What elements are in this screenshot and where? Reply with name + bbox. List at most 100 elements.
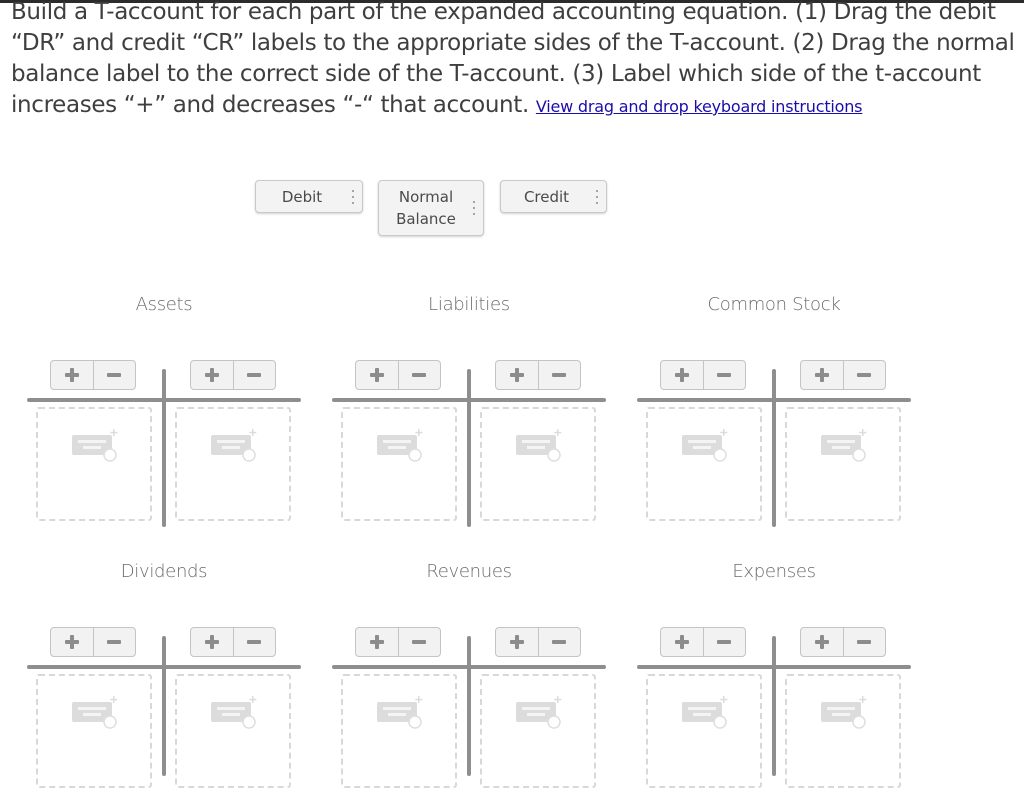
instructions: Build a T-account for each part of the e… (11, 0, 1024, 122)
add-label-icon (819, 427, 869, 463)
sign-toggle (660, 627, 746, 657)
minus-icon (717, 640, 732, 644)
add-label-icon (70, 427, 120, 463)
plus-button[interactable] (801, 361, 843, 389)
t-account-horizontal-line (637, 665, 911, 669)
debit-side-drop-zone[interactable] (36, 407, 152, 521)
minus-button[interactable] (92, 628, 136, 656)
minus-button[interactable] (397, 628, 441, 656)
instructions-text: Build a T-account for each part of the e… (11, 0, 1015, 118)
minus-icon (552, 640, 567, 644)
keyboard-instructions-link[interactable]: View drag and drop keyboard instructions (536, 97, 863, 116)
minus-icon (247, 373, 262, 377)
plus-button[interactable] (661, 361, 703, 389)
credit-chip-label: Credit (523, 187, 570, 206)
add-label-icon (819, 694, 869, 730)
credit-side-drop-zone[interactable] (785, 674, 901, 788)
plus-button[interactable] (801, 628, 843, 656)
credit-side-drop-zone[interactable] (480, 407, 596, 521)
add-label-icon (514, 694, 564, 730)
debit-side-drop-zone[interactable] (341, 674, 457, 788)
sign-toggle (190, 627, 276, 657)
add-label-icon (680, 694, 730, 730)
minus-button[interactable] (397, 361, 441, 389)
minus-button[interactable] (92, 361, 136, 389)
sign-toggle (495, 627, 581, 657)
plus-button[interactable] (496, 628, 538, 656)
minus-icon (107, 640, 122, 644)
t-account-vertical-line (162, 369, 166, 527)
debit-side-drop-zone[interactable] (646, 674, 762, 788)
sign-toggle (800, 627, 886, 657)
minus-icon (552, 373, 567, 377)
sign-toggle (495, 360, 581, 390)
minus-button[interactable] (537, 628, 581, 656)
t-account-vertical-line (162, 636, 166, 776)
normal-balance-chip[interactable]: Normal Balance (378, 180, 484, 236)
minus-button[interactable] (842, 628, 886, 656)
debit-chip-label: Debit (281, 187, 323, 206)
sign-toggle (800, 360, 886, 390)
minus-button[interactable] (537, 361, 581, 389)
credit-side-drop-zone[interactable] (480, 674, 596, 788)
plus-button[interactable] (191, 628, 233, 656)
add-label-icon (375, 694, 425, 730)
plus-button[interactable] (496, 361, 538, 389)
t-account-vertical-line (467, 369, 471, 527)
minus-icon (717, 373, 732, 377)
account-title: Expenses (732, 561, 816, 582)
credit-chip[interactable]: Credit (500, 180, 607, 213)
minus-button[interactable] (232, 361, 276, 389)
plus-button[interactable] (356, 361, 398, 389)
t-account-horizontal-line (27, 398, 301, 402)
sign-toggle (355, 360, 441, 390)
plus-button[interactable] (51, 361, 93, 389)
minus-button[interactable] (232, 628, 276, 656)
sign-toggle (50, 360, 136, 390)
drag-handle-icon[interactable] (473, 201, 476, 215)
normal-balance-chip-label: Normal Balance (396, 188, 456, 228)
account-title: Dividends (120, 561, 208, 582)
minus-icon (857, 373, 872, 377)
plus-button[interactable] (191, 361, 233, 389)
drag-handle-icon[interactable] (352, 189, 355, 204)
drag-handle-icon[interactable] (596, 189, 599, 204)
credit-side-drop-zone[interactable] (175, 407, 291, 521)
t-account-horizontal-line (637, 398, 911, 402)
minus-icon (412, 640, 427, 644)
add-label-icon (70, 694, 120, 730)
sign-toggle (355, 627, 441, 657)
t-account-horizontal-line (27, 665, 301, 669)
plus-button[interactable] (661, 628, 703, 656)
account-title: Common Stock (707, 294, 841, 315)
minus-icon (857, 640, 872, 644)
plus-button[interactable] (51, 628, 93, 656)
minus-icon (412, 373, 427, 377)
credit-side-drop-zone[interactable] (175, 674, 291, 788)
credit-side-drop-zone[interactable] (785, 407, 901, 521)
minus-icon (247, 640, 262, 644)
add-label-icon (375, 427, 425, 463)
debit-side-drop-zone[interactable] (646, 407, 762, 521)
sign-toggle (190, 360, 276, 390)
add-label-icon (514, 427, 564, 463)
sign-toggle (660, 360, 746, 390)
add-label-icon (209, 694, 259, 730)
minus-button[interactable] (842, 361, 886, 389)
debit-side-drop-zone[interactable] (36, 674, 152, 788)
add-label-icon (680, 427, 730, 463)
account-title: Liabilities (428, 294, 510, 315)
minus-icon (107, 373, 122, 377)
add-label-icon (209, 427, 259, 463)
debit-chip[interactable]: Debit (255, 180, 363, 213)
debit-side-drop-zone[interactable] (341, 407, 457, 521)
account-title: Revenues (426, 561, 512, 582)
t-account-horizontal-line (332, 398, 606, 402)
minus-button[interactable] (702, 361, 746, 389)
t-account-vertical-line (467, 636, 471, 776)
minus-button[interactable] (702, 628, 746, 656)
sign-toggle (50, 627, 136, 657)
t-account-vertical-line (772, 369, 776, 527)
t-account-vertical-line (772, 636, 776, 776)
plus-button[interactable] (356, 628, 398, 656)
